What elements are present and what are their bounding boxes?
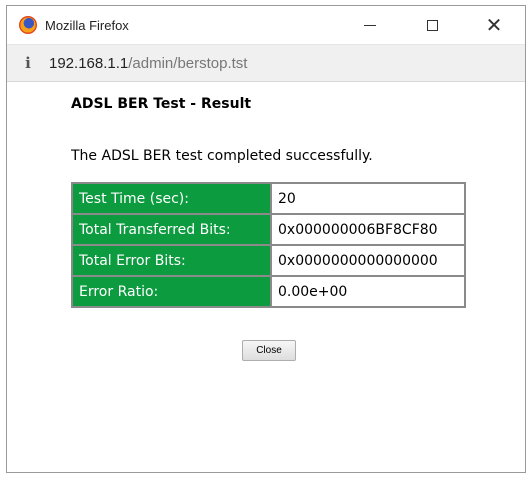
row-value-total-transferred-bits: 0x000000006BF8CF80	[271, 214, 465, 245]
page-content: ADSL BER Test - Result The ADSL BER test…	[7, 82, 525, 472]
url-host: 192.168.1.1	[49, 54, 129, 72]
browser-window: Mozilla Firefox ✕ i 192.168.1.1/admin/be…	[6, 5, 526, 473]
close-icon: ✕	[485, 13, 503, 37]
title-bar: Mozilla Firefox ✕	[7, 6, 525, 44]
url-bar[interactable]: i 192.168.1.1/admin/berstop.tst	[7, 44, 525, 82]
table-row: Total Error Bits: 0x0000000000000000	[72, 245, 465, 276]
window-title: Mozilla Firefox	[45, 17, 129, 33]
row-label-total-transferred-bits: Total Transferred Bits:	[72, 214, 271, 245]
site-info-icon[interactable]: i	[19, 54, 37, 72]
row-value-test-time: 20	[271, 183, 465, 214]
row-value-error-ratio: 0.00e+00	[271, 276, 465, 307]
status-message: The ADSL BER test completed successfully…	[71, 148, 373, 164]
minimize-button[interactable]	[339, 6, 401, 44]
maximize-icon	[426, 19, 438, 31]
window-controls: ✕	[339, 6, 525, 44]
table-row: Total Transferred Bits: 0x000000006BF8CF…	[72, 214, 465, 245]
url-text[interactable]: 192.168.1.1/admin/berstop.tst	[49, 55, 247, 72]
row-value-total-error-bits: 0x0000000000000000	[271, 245, 465, 276]
row-label-error-ratio: Error Ratio:	[72, 276, 271, 307]
minimize-icon	[364, 24, 376, 26]
row-label-test-time: Test Time (sec):	[72, 183, 271, 214]
url-path: /admin/berstop.tst	[128, 54, 248, 72]
row-label-total-error-bits: Total Error Bits:	[72, 245, 271, 276]
results-table: Test Time (sec): 20 Total Transferred Bi…	[71, 182, 466, 308]
table-row: Test Time (sec): 20	[72, 183, 465, 214]
firefox-logo-icon	[19, 16, 37, 34]
table-row: Error Ratio: 0.00e+00	[72, 276, 465, 307]
close-window-button[interactable]: ✕	[463, 6, 525, 44]
close-button[interactable]: Close	[242, 340, 296, 361]
page-title: ADSL BER Test - Result	[71, 96, 252, 112]
maximize-button[interactable]	[401, 6, 463, 44]
